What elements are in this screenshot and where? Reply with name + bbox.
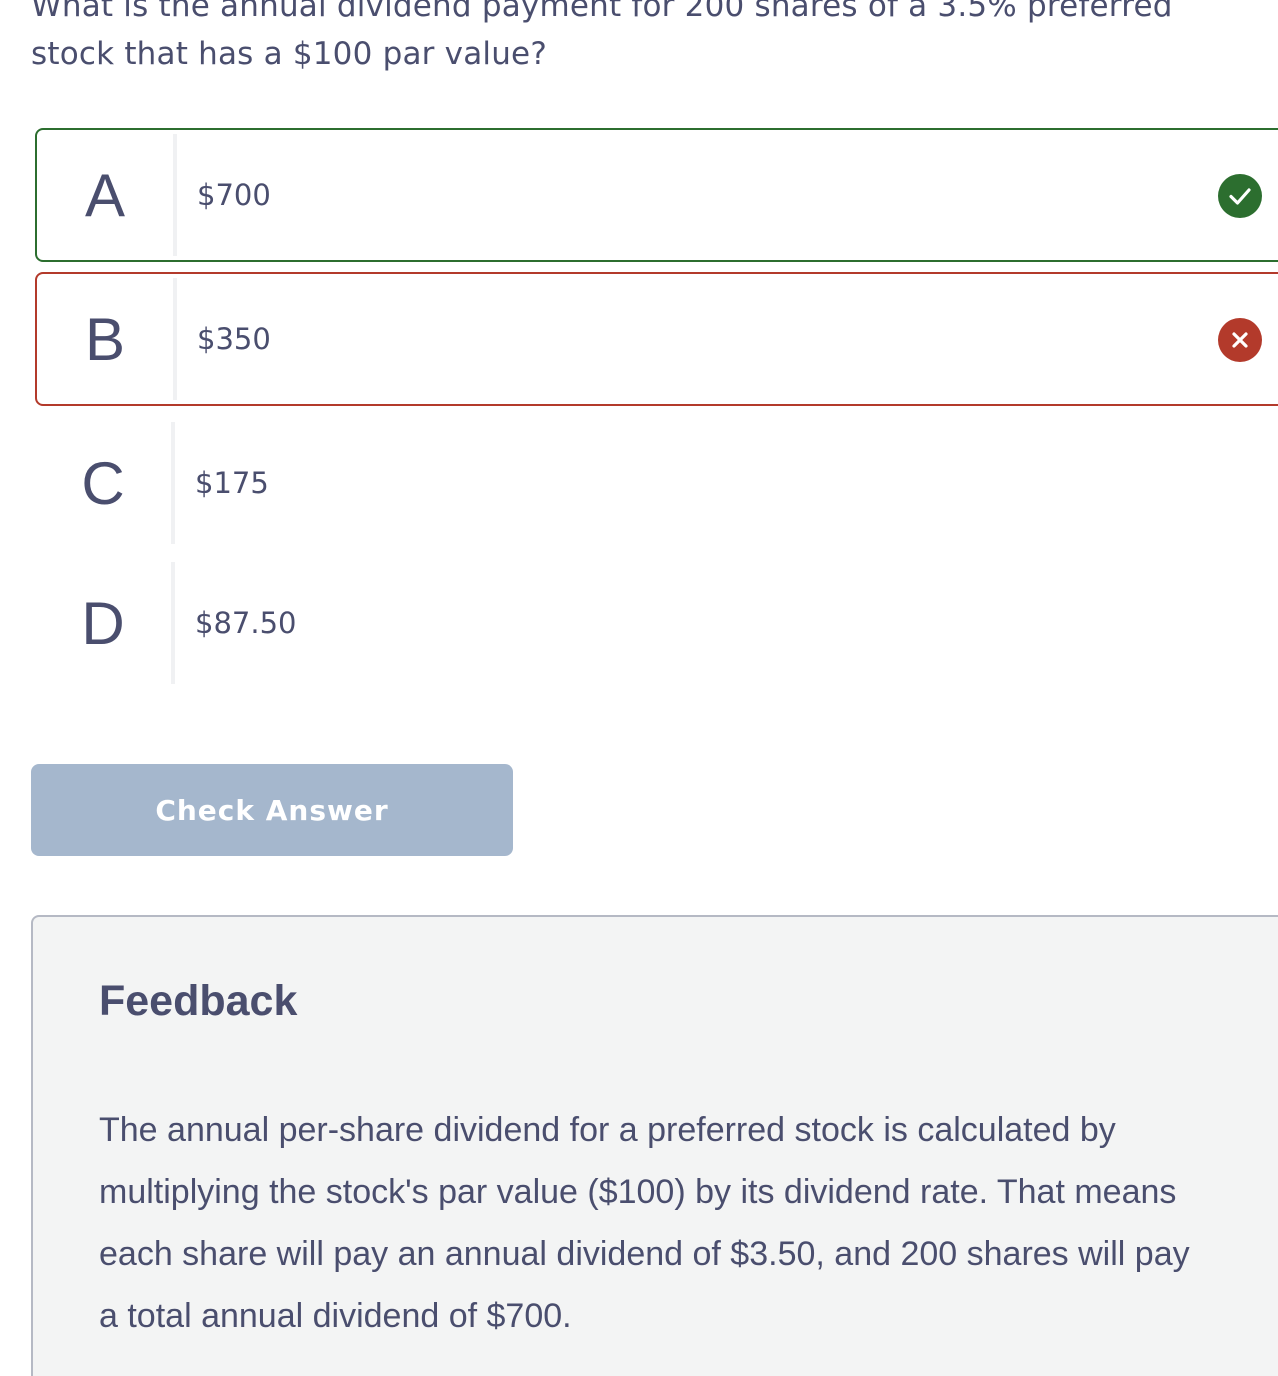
- option-letter: D: [81, 589, 125, 657]
- check-answer-button[interactable]: Check Answer: [31, 764, 513, 856]
- option-text: $175: [195, 466, 269, 500]
- option-a[interactable]: A $700: [35, 128, 1278, 262]
- option-divider: [171, 562, 175, 684]
- option-letter: C: [81, 449, 125, 517]
- option-letter: A: [84, 161, 126, 229]
- feedback-text: The annual per-share dividend for a pref…: [99, 1111, 1190, 1335]
- option-divider: [173, 278, 177, 400]
- option-b[interactable]: B $350: [35, 272, 1278, 406]
- option-d[interactable]: D $87.50: [33, 556, 1278, 690]
- option-c[interactable]: C $175: [33, 416, 1278, 550]
- feedback-panel: Feedback The annual per-share dividend f…: [31, 915, 1278, 1376]
- x-circle-icon: [1218, 318, 1262, 362]
- feedback-title: Feedback: [99, 977, 298, 1025]
- option-text: $87.50: [195, 606, 297, 640]
- option-text: $700: [197, 178, 271, 212]
- option-divider: [171, 422, 175, 544]
- question-text: What is the annual dividend payment for …: [31, 0, 1173, 72]
- option-divider: [173, 134, 177, 256]
- check-circle-icon: [1218, 174, 1262, 218]
- option-letter: B: [84, 305, 126, 373]
- option-text: $350: [197, 322, 271, 356]
